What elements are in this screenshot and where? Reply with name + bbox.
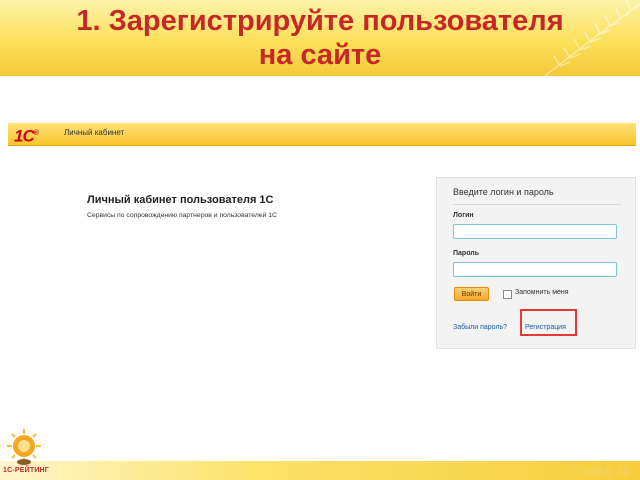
footer-band (0, 461, 640, 480)
portal-top-bar: 1С® Личный кабинет (8, 123, 636, 146)
remember-me-checkbox[interactable] (503, 290, 512, 299)
remember-me-label[interactable]: Запомнить меня (515, 289, 569, 296)
forgot-password-link[interactable]: Забыли пароль? (453, 324, 507, 331)
rating-logo-icon (7, 429, 41, 465)
slide-title-line-1: 1. Зарегистрируйте пользователя (76, 5, 564, 37)
portal-name[interactable]: Личный кабинет (64, 128, 124, 137)
slide-header: 1. Зарегистрируйте пользователя на сайте (0, 0, 640, 76)
login-panel-title: Введите логин и пароль (453, 187, 554, 197)
logo-1c[interactable]: 1С® (14, 125, 54, 145)
login-input[interactable] (453, 224, 617, 239)
page-heading: Личный кабинет пользователя 1С (87, 194, 274, 206)
slide-title-line-2: на сайте (258, 39, 382, 71)
password-label: Пароль (453, 250, 480, 257)
footer-logo-text: 1С-РЕЙТИНГ (3, 467, 49, 474)
register-highlight-box (520, 309, 577, 336)
slide-title: 1. Зарегистрируйте пользователя на сайте (0, 4, 640, 72)
login-button[interactable]: Войти (454, 287, 489, 301)
slide-number: Слайд 26 (570, 463, 630, 478)
page-subheading: Сервисы по сопровождению партнеров и пол… (87, 212, 277, 219)
password-input[interactable] (453, 262, 617, 277)
login-label: Логин (453, 212, 474, 219)
login-divider (453, 204, 621, 205)
